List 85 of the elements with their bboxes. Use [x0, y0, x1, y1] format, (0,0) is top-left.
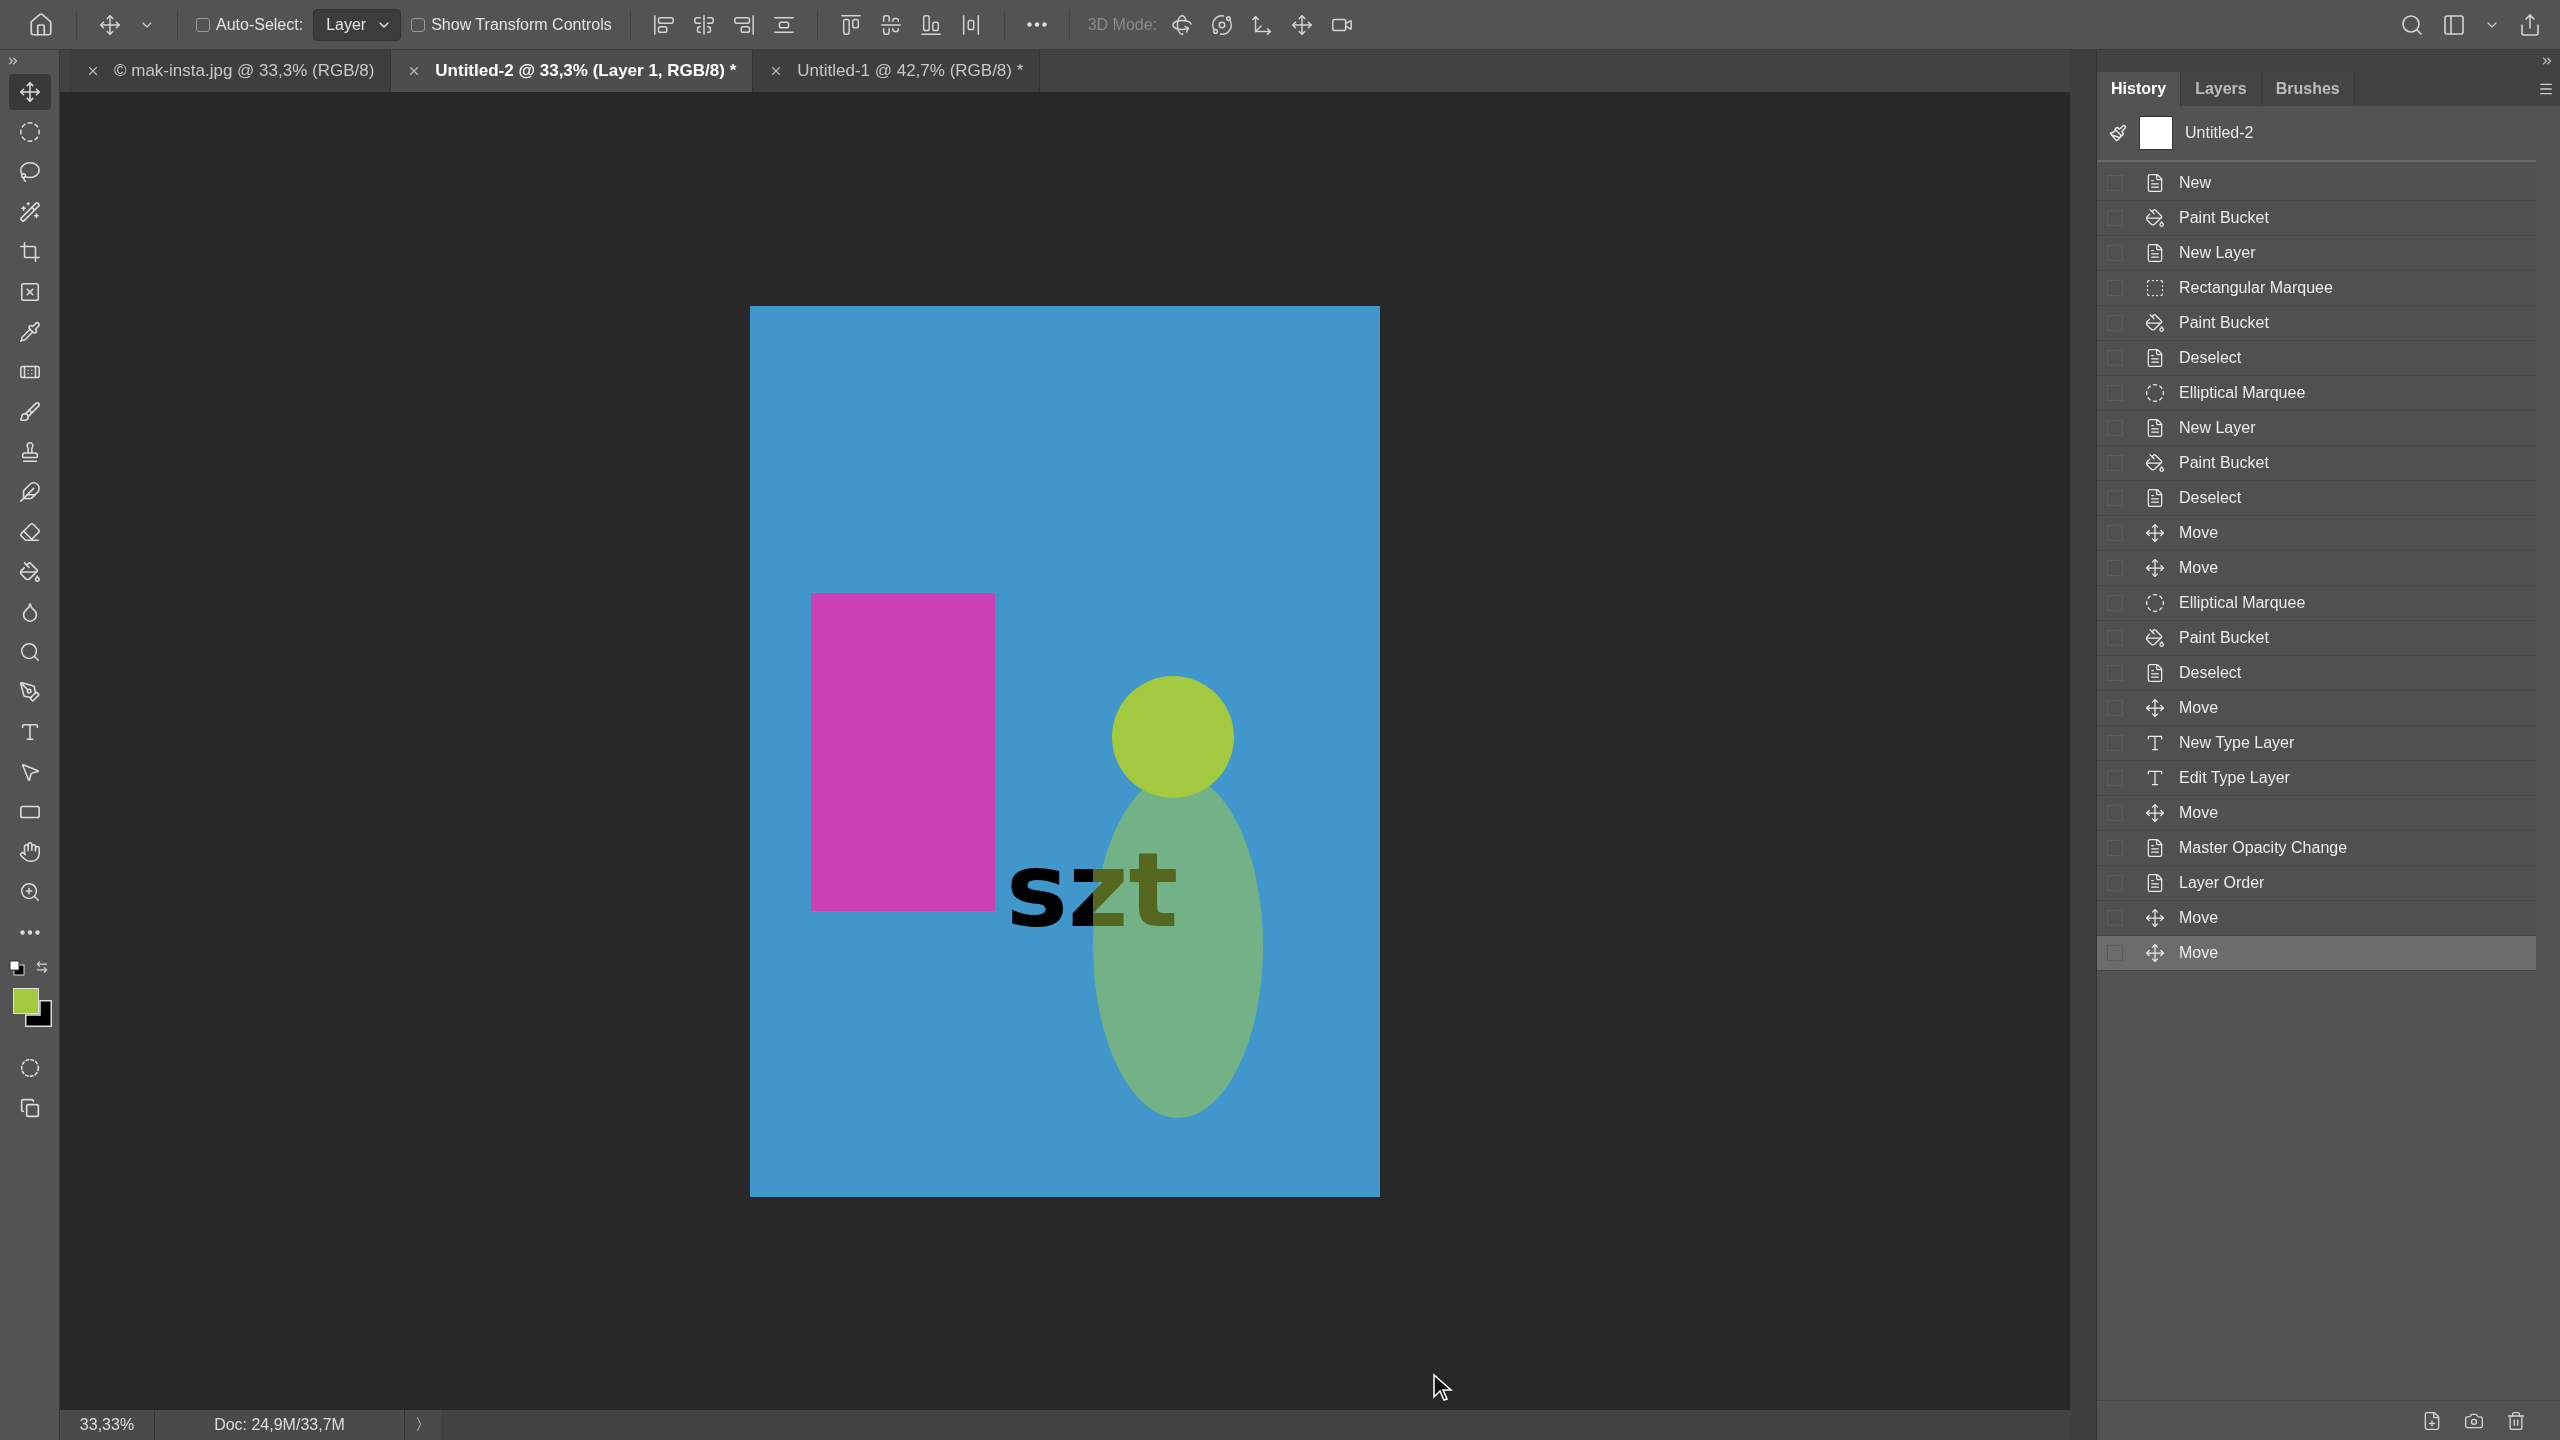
eyedropper-icon [18, 321, 41, 343]
document-tab[interactable]: Untitled-1 @ 42,7% (RGB/8) * [753, 50, 1041, 92]
document-icon [2145, 838, 2165, 858]
align-center-icon [692, 13, 715, 36]
paint-bucket-icon [2145, 313, 2165, 333]
dashed-circle-icon [2145, 383, 2165, 403]
paint-bucket-icon [2145, 453, 2165, 473]
eraser-icon [18, 521, 41, 543]
zoom-level: 33,33% [60, 1410, 155, 1440]
dashed-square-icon [2145, 278, 2165, 298]
document-size: Doc: 24,9M/33,7M [155, 1410, 405, 1440]
hand-icon [18, 841, 41, 863]
document-icon [2145, 873, 2165, 893]
rotate-icon [1171, 13, 1194, 36]
document-tab[interactable]: © mak-insta.jpg @ 33,3% (RGB/8) [70, 50, 392, 92]
move-icon [2145, 803, 2165, 823]
cursor-icon [1432, 1373, 1454, 1403]
dashed-circle-icon [2145, 593, 2165, 613]
workspace-icon [2442, 12, 2466, 37]
move-icon [2145, 523, 2165, 543]
more-icon [19, 929, 40, 935]
transform-controls-label: Show Transform Controls [431, 15, 612, 34]
document-icon [2145, 663, 2165, 683]
align-middle-icon [879, 13, 902, 36]
align-left-icon [652, 13, 675, 36]
tool-button[interactable] [8, 74, 51, 110]
foreground-swatch[interactable] [12, 988, 39, 1014]
history-item[interactable]: Move [2097, 936, 2536, 971]
move-icon [99, 13, 121, 36]
expand-icon[interactable] [6, 54, 20, 68]
quick-mask-icon [19, 1058, 40, 1078]
collapse-icon[interactable] [2540, 54, 2554, 68]
move-icon [2145, 908, 2165, 928]
document-tab[interactable]: Untitled-2 @ 33,3% (Layer 1, RGB/8) * [391, 50, 754, 92]
menu-icon [2538, 81, 2554, 97]
align-right-icon [732, 13, 755, 36]
orbit-icon [1211, 13, 1234, 36]
align-bottom-icon [919, 13, 942, 36]
auto-select-checkbox[interactable] [196, 17, 210, 32]
type-icon [2145, 733, 2165, 753]
status-menu-button[interactable]: 〉 [405, 1410, 441, 1440]
layer-dropdown[interactable]: Layer [313, 8, 402, 41]
document-icon [2145, 418, 2165, 438]
move-3d-icon [1251, 13, 1274, 36]
feather-icon [18, 481, 41, 503]
close-icon[interactable] [86, 64, 100, 78]
document-icon [2145, 348, 2165, 368]
auto-select-label: Auto-Select: [216, 15, 304, 34]
move-icon [2145, 558, 2165, 578]
brush-icon [18, 401, 41, 423]
crop-icon [18, 241, 41, 263]
share-icon [2518, 12, 2542, 37]
move-icon [2145, 698, 2165, 718]
type-icon [2145, 768, 2165, 788]
snapshot-thumbnail [2139, 116, 2173, 150]
trash-icon [2506, 1410, 2526, 1431]
document-icon [2145, 173, 2165, 193]
paint-bucket-icon [2145, 628, 2165, 648]
move-icon [2145, 943, 2165, 963]
more-icon [1026, 22, 1047, 27]
background-swatch[interactable] [24, 1000, 52, 1027]
zoom-icon [18, 881, 41, 903]
transform-controls-checkbox[interactable] [411, 17, 426, 32]
pen-icon [18, 681, 41, 703]
brush-icon [2109, 124, 2127, 142]
pan-icon [1291, 13, 1314, 36]
paint-bucket-icon [18, 561, 41, 583]
panel-tab[interactable]: History [2097, 72, 2182, 106]
default-colors-icon[interactable] [8, 960, 25, 976]
screen-mode-icon [19, 1098, 40, 1118]
new-document-icon [2422, 1410, 2442, 1431]
wand-icon [18, 201, 41, 223]
snapshot-label: Untitled-2 [2185, 124, 2254, 142]
swap-icon[interactable] [34, 960, 49, 974]
lasso-icon [18, 161, 41, 183]
home-icon [28, 11, 54, 38]
document-icon [2145, 243, 2165, 263]
canvas-text: szt [1006, 828, 1179, 951]
move-icon [18, 81, 41, 103]
align-top-icon [839, 13, 862, 36]
frame-icon [18, 281, 41, 303]
marquee-icon [18, 121, 41, 143]
search-icon [2400, 12, 2424, 37]
document-icon [2145, 488, 2165, 508]
paint-bucket-icon [2145, 208, 2165, 228]
